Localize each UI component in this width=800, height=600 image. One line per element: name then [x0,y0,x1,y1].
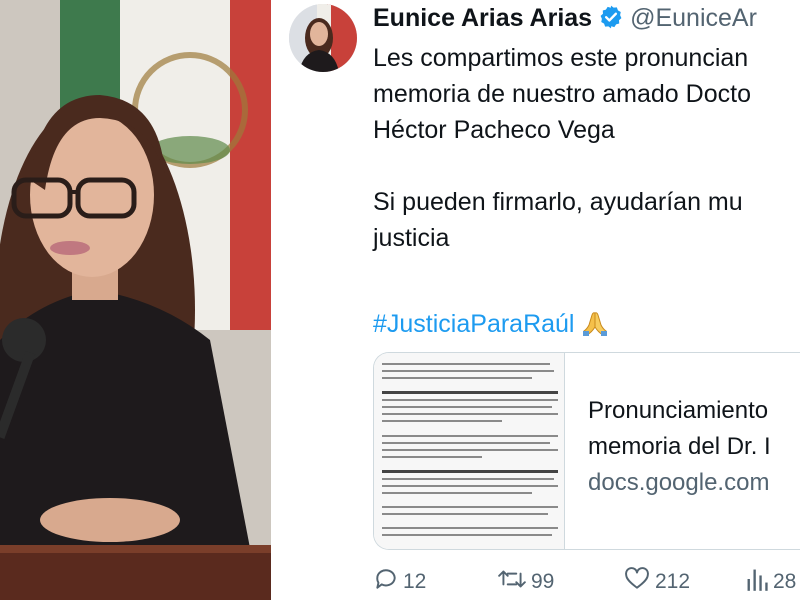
reply-icon [373,566,403,598]
verified-badge-icon [598,4,624,38]
avatar-image [289,4,357,72]
like-count: 212 [655,570,691,593]
tweet-text-line: justicia [373,224,450,252]
link-preview-card[interactable]: Pronunciamiento memoria del Dr. I docs.g… [373,352,800,550]
woman-at-podium-image [0,0,271,600]
reply-count: 12 [403,570,427,593]
handle[interactable]: @EuniceAr [630,4,757,32]
reply-button[interactable]: 12 [373,566,426,598]
card-domain: docs.google.com [588,469,770,496]
repost-button[interactable]: 99 [497,566,554,598]
avatar[interactable] [289,4,357,72]
like-icon [623,566,655,598]
repost-icon [497,566,531,598]
tweet-actions: 12 99 212 28 [373,566,800,600]
hashtag-link[interactable]: #JusticiaParaRaúl [373,310,575,338]
views-icon [745,566,773,598]
tweet-header: Eunice Arias Arias @EuniceAr [373,2,757,38]
card-title-line: Pronunciamiento [588,397,769,424]
repost-count: 99 [531,570,555,593]
folded-hands-emoji [581,309,609,347]
hashtag-line: #JusticiaParaRaúl [373,306,609,347]
display-name[interactable]: Eunice Arias Arias [373,4,592,32]
like-button[interactable]: 212 [623,566,690,598]
profile-photo [0,0,271,600]
card-title-line: memoria del Dr. I [588,433,771,460]
tweet-text-line: Les compartimos este pronuncian [373,44,749,72]
tweet-card[interactable]: Eunice Arias Arias @EuniceAr Les comparti… [277,0,800,600]
tweet-text-line: memoria de nuestro amado Docto [373,80,751,108]
tweet-text-line [373,148,800,184]
tweet-text: Les compartimos este pronuncian memoria … [373,40,800,256]
tweet-text-line: Si pueden firmarlo, ayudarían mu [373,188,743,216]
document-thumbnail [374,353,565,549]
card-info: Pronunciamiento memoria del Dr. I docs.g… [588,393,771,501]
views-count: 28 [773,570,797,593]
views-button[interactable]: 28 [745,566,796,598]
tweet-text-line: Héctor Pacheco Vega [373,116,615,144]
